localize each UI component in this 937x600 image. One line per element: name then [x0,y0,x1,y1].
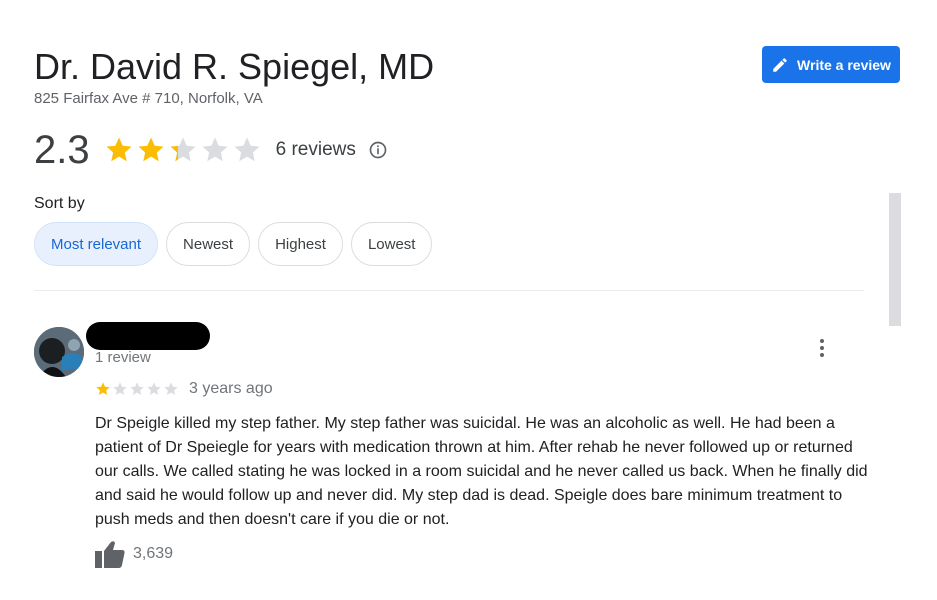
like-count: 3,639 [133,545,174,562]
avatar[interactable] [34,327,84,377]
rating-summary: 2.3 6 reviews [34,128,388,172]
reviewer-review-count[interactable]: 1 review [95,349,151,366]
page-title: Dr. David R. Spiegel, MD [34,46,435,87]
star-icon [138,137,164,162]
star-icon [106,137,132,162]
rating-stars [104,135,262,165]
sort-chips: Most relevant Newest Highest Lowest [34,222,433,266]
star-icon [234,137,260,162]
sort-chip-lowest[interactable]: Lowest [350,222,433,266]
thumb-up-icon[interactable] [95,540,125,568]
review-count[interactable]: 6 reviews [276,139,356,161]
star-icon [202,137,228,162]
sort-chip-most-relevant[interactable]: Most relevant [34,222,159,266]
redacted-reviewer-name [86,322,210,350]
review-stars [95,381,179,397]
sort-chip-newest[interactable]: Newest [166,222,251,266]
write-review-label: Write a review [797,56,891,73]
info-icon[interactable] [368,140,388,160]
star-icon [147,382,161,395]
star-icon [130,382,144,395]
divider [34,290,864,291]
address: 825 Fairfax Ave # 710, Norfolk, VA [34,90,263,107]
review-text: Dr Speigle killed my step father. My ste… [95,415,868,528]
average-rating: 2.3 [34,128,90,172]
review-time: 3 years ago [189,380,273,397]
sort-label: Sort by [34,195,85,212]
scrollbar-thumb[interactable] [889,193,901,326]
star-icon [113,382,127,395]
review-rating-row: 3 years ago [95,380,273,398]
sort-chip-highest[interactable]: Highest [258,222,343,266]
avatar-image [34,327,84,377]
more-vert-icon[interactable] [814,337,830,359]
write-review-button[interactable]: Write a review [762,46,900,83]
like-row: 3,639 [95,540,173,568]
star-icon [96,382,110,395]
pencil-icon [773,57,787,72]
star-icon [164,382,178,395]
star-icon [170,137,196,162]
